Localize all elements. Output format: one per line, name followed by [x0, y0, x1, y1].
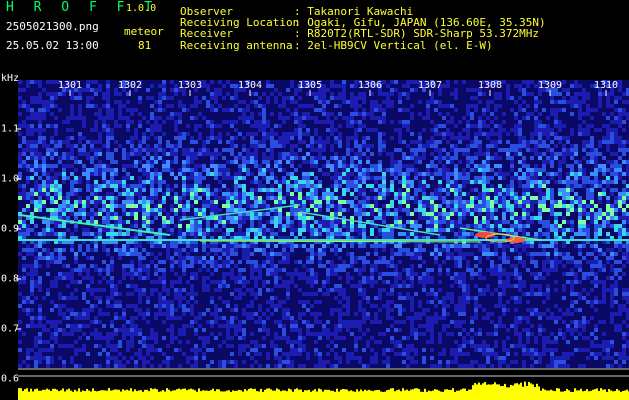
freq-tick-label: 0.6	[1, 373, 20, 385]
freq-tick-label: 1.0	[1, 173, 20, 185]
time-tick-label: 1308	[477, 80, 503, 91]
time-tick-label: 1304	[237, 80, 263, 91]
time-tick-label: 1306	[357, 80, 383, 91]
antenna-label: Receiving antenna	[180, 39, 293, 52]
time-tick-label: 1303	[177, 80, 203, 91]
time-tick-label: 1301	[57, 80, 83, 91]
time-tick-label: 1310	[593, 80, 619, 91]
file-name: 2505021300.png	[6, 20, 99, 33]
freq-tick-label: 0.7	[1, 323, 20, 335]
freq-tick-label: 0.9	[1, 223, 20, 235]
time-tick-label: 1302	[117, 80, 143, 91]
time-tick-label: 1307	[417, 80, 443, 91]
freq-tick-label: 0.8	[1, 273, 20, 285]
app-version: 1.0.0	[126, 3, 157, 14]
header-panel: H R O F F T 1.0.0 2505021300.png 25.05.0…	[0, 0, 629, 84]
freq-unit-label: kHz	[1, 73, 20, 84]
time-tick-label: 1305	[297, 80, 323, 91]
time-tick-label: 1309	[537, 80, 563, 91]
freq-tick-label: 1.1	[1, 123, 20, 135]
meteor-count: 81	[138, 39, 152, 52]
meteor-label: meteor	[124, 25, 164, 38]
antenna-value: : 2el-HB9CV Vertical (el. E-W)	[294, 39, 493, 52]
capture-datetime: 25.05.02 13:00	[6, 39, 99, 52]
spectrogram-noise	[18, 80, 629, 368]
